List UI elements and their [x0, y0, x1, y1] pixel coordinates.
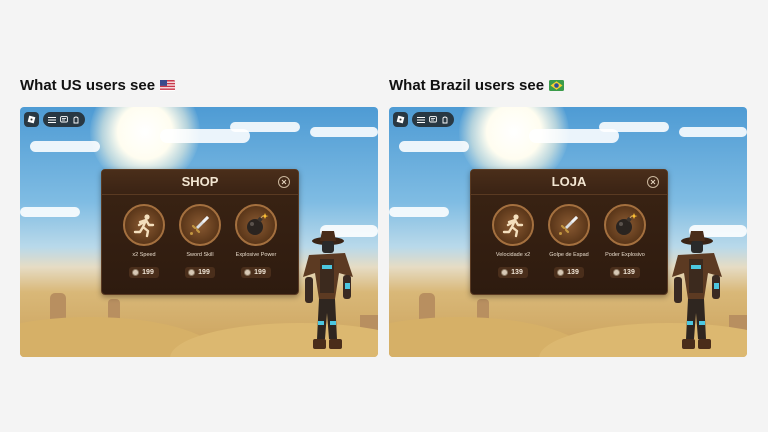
topbar-icon-group — [412, 112, 454, 127]
cowboy-character — [672, 231, 722, 349]
price-button[interactable]: 199 — [185, 267, 215, 278]
item-name: Explosive Power — [235, 252, 277, 258]
robux-coin-icon — [557, 269, 565, 276]
cloud — [310, 127, 378, 137]
price-button[interactable]: 199 — [129, 267, 159, 278]
item-name: Sword Skill — [186, 252, 214, 258]
shop-window: SHOP x2 Speed 199 Sword Skill 199 Explos… — [101, 169, 299, 295]
game-viewport: SHOP x2 Speed 199 Sword Skill 199 Explos… — [20, 107, 378, 357]
shop-item[interactable]: Poder Explosivo 139 — [597, 204, 653, 278]
item-name: Velocidade x2 — [495, 252, 531, 258]
roblox-menu-button[interactable] — [24, 112, 39, 127]
chat-icon[interactable] — [60, 115, 68, 124]
brazil-flag-icon — [549, 80, 565, 91]
price-value: 139 — [511, 269, 523, 276]
close-button[interactable] — [278, 176, 290, 188]
item-icon-frame — [604, 204, 646, 246]
running-person-icon — [133, 214, 155, 238]
price-button[interactable]: 199 — [241, 267, 271, 278]
robux-coin-icon — [188, 269, 196, 276]
shop-item[interactable]: Velocidade x2 139 — [485, 204, 541, 278]
hamburger-menu-icon[interactable] — [417, 116, 425, 124]
shop-item[interactable]: x2 Speed 199 — [116, 204, 172, 278]
price-value: 199 — [254, 269, 266, 276]
shop-header: SHOP — [102, 170, 298, 195]
robux-coin-icon — [244, 269, 252, 276]
item-name: Golpe de Espad — [549, 252, 589, 258]
sword-icon — [190, 216, 209, 235]
chat-icon[interactable] — [429, 115, 437, 124]
backpack-icon[interactable] — [441, 116, 449, 124]
panel-heading: What US users see — [20, 76, 378, 96]
us-panel: What US users see SHOP x2 Speed 199 Swor… — [20, 76, 378, 357]
close-icon — [650, 179, 656, 185]
price-value: 139 — [623, 269, 635, 276]
close-icon — [281, 179, 287, 185]
cowboy-character — [303, 231, 353, 349]
shop-item[interactable]: Sword Skill 199 — [172, 204, 228, 278]
shop-item[interactable]: Explosive Power 199 — [228, 204, 284, 278]
cloud — [599, 122, 669, 132]
topbar-icon-group — [43, 112, 85, 127]
cloud — [30, 141, 100, 152]
item-icon-frame — [492, 204, 534, 246]
price-button[interactable]: 139 — [610, 267, 640, 278]
item-name: Poder Explosivo — [605, 252, 645, 258]
roblox-topbar — [24, 112, 85, 127]
roblox-topbar — [393, 112, 454, 127]
bomb-icon — [247, 213, 269, 235]
running-person-icon — [502, 214, 524, 238]
shop-item[interactable]: Golpe de Espad 139 — [541, 204, 597, 278]
bomb-icon — [616, 213, 638, 235]
item-name: x2 Speed — [132, 252, 156, 258]
cloud — [230, 122, 300, 132]
robux-coin-icon — [132, 269, 140, 276]
item-icon-frame — [548, 204, 590, 246]
close-button[interactable] — [647, 176, 659, 188]
brazil-panel: What Brazil users see LOJA Velocidade x2… — [389, 76, 747, 357]
robux-coin-icon — [613, 269, 621, 276]
roblox-logo-icon — [396, 115, 405, 124]
game-viewport: LOJA Velocidade x2 139 Golpe de Espad 13… — [389, 107, 747, 357]
item-icon-frame — [179, 204, 221, 246]
price-button[interactable]: 139 — [554, 267, 584, 278]
cloud — [20, 207, 80, 217]
cloud — [399, 141, 469, 152]
price-value: 199 — [198, 269, 210, 276]
cloud — [679, 127, 747, 137]
price-value: 139 — [567, 269, 579, 276]
sword-icon — [559, 216, 578, 235]
price-button[interactable]: 139 — [498, 267, 528, 278]
us-flag-icon — [160, 80, 176, 91]
cloud — [389, 207, 449, 217]
panel-heading: What Brazil users see — [389, 76, 747, 96]
item-icon-frame — [235, 204, 277, 246]
price-value: 199 — [142, 269, 154, 276]
item-icon-frame — [123, 204, 165, 246]
shop-items: x2 Speed 199 Sword Skill 199 Explosive P… — [102, 195, 298, 278]
roblox-menu-button[interactable] — [393, 112, 408, 127]
hamburger-menu-icon[interactable] — [48, 116, 56, 124]
shop-title: LOJA — [551, 174, 587, 189]
roblox-logo-icon — [27, 115, 36, 124]
shop-header: LOJA — [471, 170, 667, 195]
shop-window: LOJA Velocidade x2 139 Golpe de Espad 13… — [470, 169, 668, 295]
shop-title: SHOP — [181, 174, 219, 189]
shop-items: Velocidade x2 139 Golpe de Espad 139 Pod… — [471, 195, 667, 278]
backpack-icon[interactable] — [72, 116, 80, 124]
robux-coin-icon — [501, 269, 509, 276]
